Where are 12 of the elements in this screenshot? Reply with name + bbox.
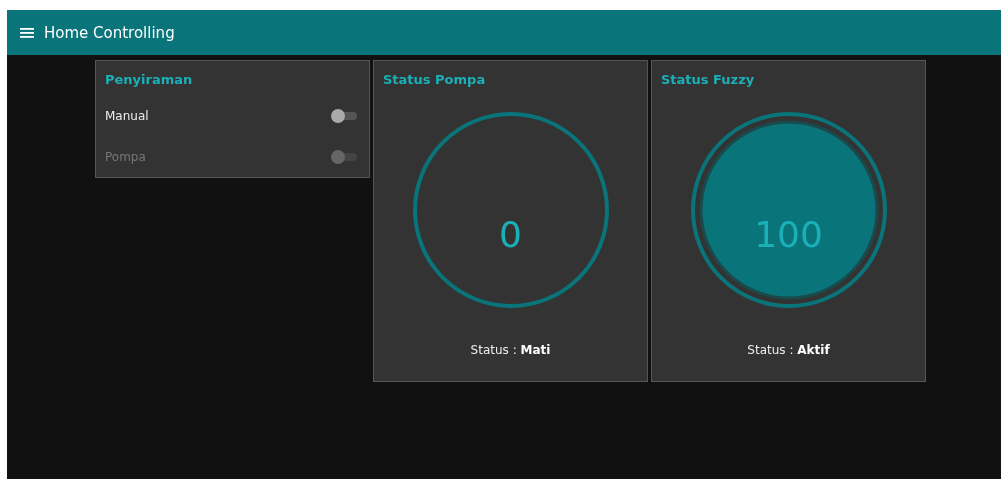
gauge-value: 0 bbox=[499, 213, 522, 255]
switch-label: Pompa bbox=[105, 149, 146, 164]
switch-label: Manual bbox=[105, 108, 149, 123]
status-text: Status : Aktif bbox=[746, 343, 831, 357]
status-text: Status : Mati bbox=[469, 343, 552, 357]
app-title: Home Controlling bbox=[44, 23, 175, 42]
menu-icon[interactable] bbox=[20, 26, 34, 39]
gauge-value: 100 bbox=[754, 213, 823, 255]
card-title: Penyiraman bbox=[104, 71, 194, 87]
card-title: Status Fuzzy bbox=[660, 71, 756, 87]
card-title: Status Pompa bbox=[382, 71, 487, 87]
toggle-switch[interactable] bbox=[331, 108, 357, 123]
